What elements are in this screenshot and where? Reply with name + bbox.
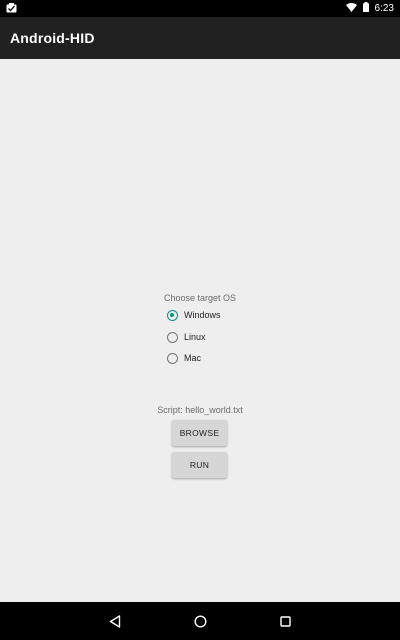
recents-icon[interactable] — [265, 602, 305, 640]
radio-label-linux: Linux — [184, 332, 206, 342]
script-label: Script: hello_world.txt — [157, 405, 243, 415]
run-button[interactable]: RUN — [172, 452, 227, 478]
home-icon[interactable] — [180, 602, 220, 640]
radio-unchecked-icon[interactable] — [167, 352, 178, 364]
main-content: Choose target OS Windows Linux Mac Scrip… — [0, 59, 400, 602]
radio-unchecked-icon[interactable] — [167, 331, 178, 343]
app-title: Android-HID — [10, 30, 95, 46]
radio-checked-icon[interactable] — [167, 309, 178, 321]
app-bar: Android-HID — [0, 17, 400, 59]
status-bar: 6:23 — [0, 0, 400, 17]
browse-button[interactable]: BROWSE — [172, 420, 227, 446]
status-time: 6:23 — [374, 3, 394, 14]
os-prompt-label: Choose target OS — [163, 293, 237, 303]
back-icon[interactable] — [95, 602, 135, 640]
radio-label-windows: Windows — [184, 310, 221, 320]
radio-windows[interactable]: Windows — [167, 307, 221, 323]
battery-icon — [362, 2, 369, 15]
radio-mac[interactable]: Mac — [167, 350, 201, 366]
radio-linux[interactable]: Linux — [167, 329, 206, 345]
wifi-icon — [345, 2, 357, 15]
notification-icon — [6, 3, 17, 13]
radio-label-mac: Mac — [184, 353, 202, 363]
nav-bar — [0, 602, 400, 640]
